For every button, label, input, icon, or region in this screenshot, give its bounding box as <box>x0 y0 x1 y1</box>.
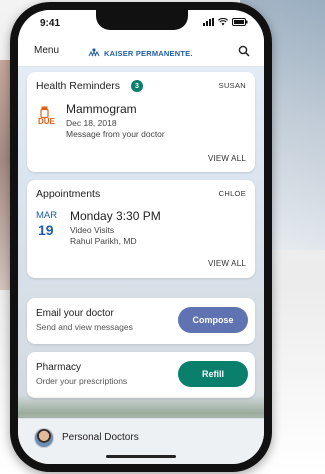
reminder-title: Mammogram <box>66 102 137 116</box>
brand-logo: KAISER PERMANENTE. <box>88 44 193 62</box>
health-reminders-card[interactable]: Health Reminders 3 SUSAN DUE Mammogram D… <box>27 72 255 172</box>
search-icon[interactable] <box>238 44 250 62</box>
appointment-time: Monday 3:30 PM <box>70 209 161 223</box>
home-indicator[interactable] <box>106 455 176 458</box>
health-reminders-title: Health Reminders <box>36 80 121 92</box>
reminders-owner: SUSAN <box>218 81 246 90</box>
kp-logo-icon <box>88 44 100 62</box>
app-header: Menu KAISER PERMANENTE. <box>18 36 264 67</box>
pharmacy-title: Pharmacy <box>36 362 82 373</box>
battery-icon <box>232 18 248 26</box>
reminders-count-badge: 3 <box>131 80 143 92</box>
personal-doctors-label: Personal Doctors <box>62 432 139 443</box>
reminder-message: Message from your doctor <box>66 129 165 139</box>
reminders-view-all-link[interactable]: VIEW ALL <box>208 154 246 163</box>
status-icons <box>203 18 248 26</box>
pharmacy-card[interactable]: Pharmacy Order your prescriptions Refill <box>27 352 255 398</box>
wifi-icon <box>218 18 228 26</box>
appointments-view-all-link[interactable]: VIEW ALL <box>208 259 246 268</box>
email-title: Email your doctor <box>36 308 114 319</box>
appointment-day: 19 <box>38 222 54 238</box>
phone-screen: 9:41 Menu KAISER PERMANENTE. Health Remi… <box>18 10 264 464</box>
appointment-type: Video Visits <box>70 225 115 235</box>
appointments-title: Appointments <box>36 188 101 200</box>
due-label: DUE <box>38 117 55 126</box>
signal-icon <box>203 18 214 26</box>
appointment-doctor: Rahul Parikh, MD <box>70 236 137 246</box>
reminder-date: Dec 18, 2018 <box>66 118 117 128</box>
compose-button[interactable]: Compose <box>178 307 248 333</box>
email-subtitle: Send and view messages <box>36 322 133 332</box>
pharmacy-subtitle: Order your prescriptions <box>36 376 128 386</box>
status-time: 9:41 <box>40 18 61 29</box>
refill-button[interactable]: Refill <box>178 361 248 387</box>
appointments-owner: CHLOE <box>218 189 246 198</box>
phone-notch <box>96 10 188 30</box>
appointments-card[interactable]: Appointments CHLOE MAR 19 Monday 3:30 PM… <box>27 180 255 278</box>
phone-frame: 9:41 Menu KAISER PERMANENTE. Health Remi… <box>10 2 272 472</box>
menu-button[interactable]: Menu <box>34 45 59 56</box>
brand-name: KAISER PERMANENTE. <box>104 48 193 58</box>
appointment-month: MAR <box>36 210 58 221</box>
avatar <box>34 428 54 448</box>
email-doctor-card[interactable]: Email your doctor Send and view messages… <box>27 298 255 344</box>
